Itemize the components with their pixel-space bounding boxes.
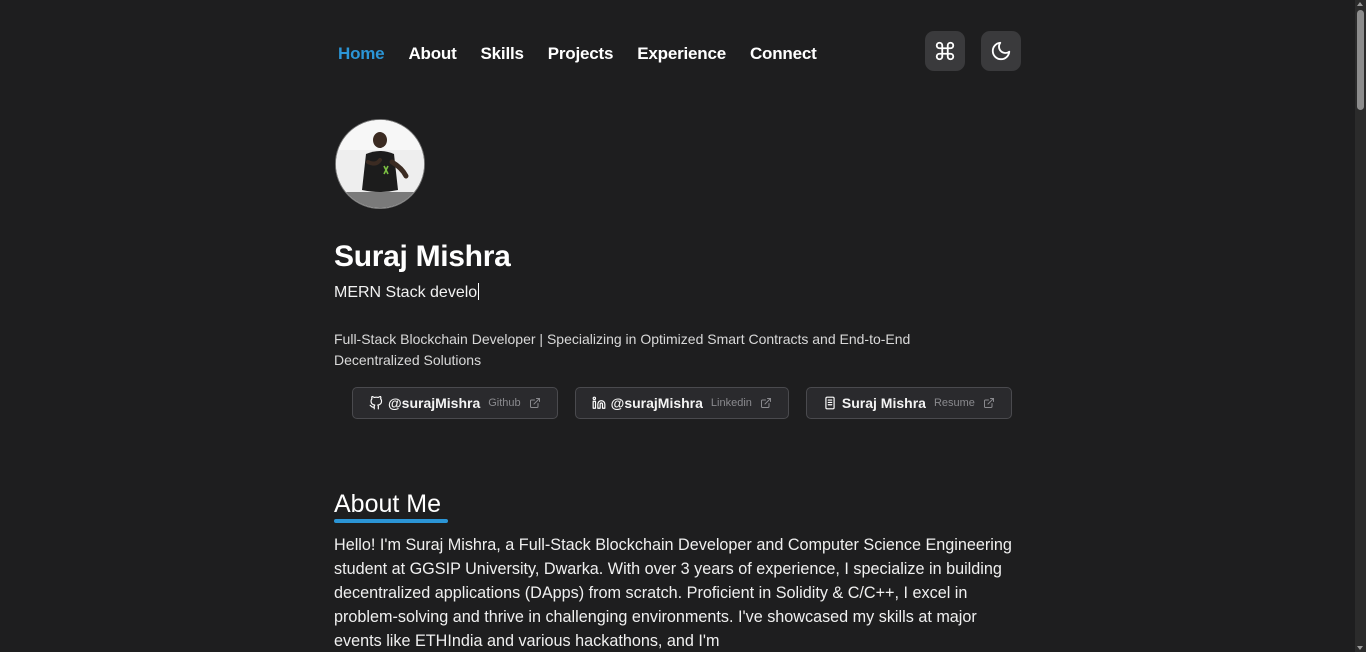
nav-projects[interactable]: Projects [548, 44, 614, 64]
nav-connect[interactable]: Connect [750, 44, 817, 64]
scroll-up-arrow-icon[interactable] [1357, 2, 1363, 6]
nav-experience[interactable]: Experience [637, 44, 726, 64]
linkedin-handle: @surajMishra [610, 395, 703, 411]
resume-sublabel: Resume [933, 397, 975, 409]
command-palette-button[interactable] [925, 31, 965, 71]
command-icon [935, 41, 955, 61]
external-link-icon [529, 397, 541, 409]
resume-name: Suraj Mishra [841, 395, 926, 411]
nav-skills[interactable]: Skills [481, 44, 524, 64]
profile-tagline: Full-Stack Blockchain Developer | Specia… [334, 331, 911, 368]
github-handle: @surajMishra [388, 395, 481, 411]
nav-home[interactable]: Home [338, 44, 385, 64]
typed-role: MERN Stack develo [334, 283, 480, 302]
about-heading: About Me [334, 490, 442, 518]
theme-toggle-button[interactable] [981, 31, 1021, 71]
social-links: @surajMishra Github @surajMishra Linkedi… [352, 387, 1029, 419]
scrollbar-thumb[interactable] [1357, 10, 1364, 110]
scroll-down-arrow-icon[interactable] [1357, 646, 1363, 650]
about-paragraph: Hello! I'm Suraj Mishra, a Full-Stack Bl… [334, 536, 1012, 650]
typed-role-text: MERN Stack develo [334, 284, 478, 301]
profile-avatar [335, 119, 425, 209]
linkedin-link-button[interactable]: @surajMishra Linkedin [574, 387, 789, 419]
page-scrollbar[interactable] [1355, 0, 1366, 652]
linkedin-sublabel: Linkedin [710, 397, 752, 409]
external-link-icon [983, 397, 995, 409]
moon-icon [991, 41, 1011, 61]
github-link-button[interactable]: @surajMishra Github [352, 387, 558, 419]
document-icon [825, 396, 835, 410]
github-sublabel: Github [488, 397, 521, 409]
main-nav: Home About Skills Projects Experience Co… [338, 44, 841, 64]
about-heading-underline [334, 519, 448, 523]
external-link-icon [760, 397, 772, 409]
linkedin-icon [592, 396, 606, 409]
typing-caret [478, 283, 480, 300]
profile-name: Suraj Mishra [334, 240, 511, 273]
nav-about[interactable]: About [408, 44, 456, 64]
github-icon [369, 396, 383, 410]
resume-link-button[interactable]: Suraj Mishra Resume [805, 387, 1012, 419]
portfolio-page: Home About Skills Projects Experience Co… [0, 0, 1366, 652]
